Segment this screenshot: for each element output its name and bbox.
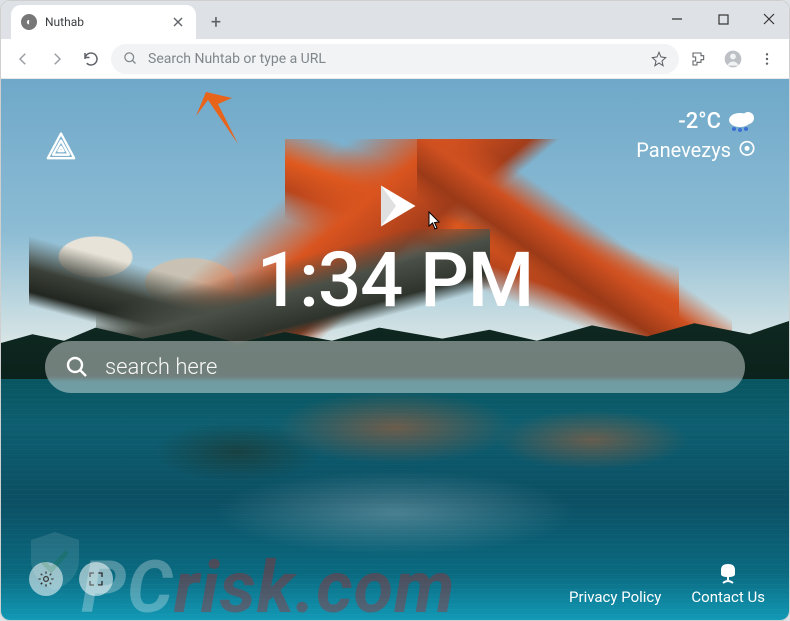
tab-title: Nuthab — [45, 15, 170, 29]
page-search-input[interactable] — [105, 355, 725, 380]
search-icon — [65, 355, 89, 379]
brand-logo[interactable] — [39, 123, 83, 167]
tab-close-button[interactable] — [170, 14, 186, 30]
search-icon — [123, 51, 138, 66]
bookmark-star-icon[interactable] — [651, 51, 667, 67]
profile-button[interactable] — [719, 45, 747, 73]
clock-display: 1:34 PM — [1, 235, 789, 325]
weather-temperature: -2°C — [678, 109, 721, 134]
page-overlay: -2°C Panevezys 1:3 — [1, 79, 789, 621]
watermark-text: PCrisk.com — [81, 545, 456, 621]
tab-favicon: ◐ — [21, 14, 37, 30]
close-window-button[interactable] — [755, 9, 783, 29]
minimize-button[interactable] — [663, 9, 691, 29]
back-button[interactable] — [9, 45, 37, 73]
footer-links: Privacy Policy Contact Us — [569, 562, 765, 606]
window-controls — [663, 9, 783, 29]
watermark-shield-icon — [27, 530, 83, 592]
contact-us-link[interactable]: Contact Us — [691, 562, 765, 606]
titlebar: ◐ Nuthab + — [1, 1, 789, 39]
annotation-arrow-icon — [188, 86, 258, 156]
browser-window: ◐ Nuthab + Search Nuhtab or type a URL — [0, 0, 790, 621]
address-bar[interactable]: Search Nuhtab or type a URL — [111, 44, 679, 74]
location-pin-icon — [737, 140, 757, 160]
contact-us-label: Contact Us — [691, 588, 765, 606]
page-search-bar[interactable] — [45, 341, 745, 393]
address-bar-placeholder: Search Nuhtab or type a URL — [148, 51, 641, 67]
forward-button[interactable] — [43, 45, 71, 73]
menu-button[interactable] — [753, 45, 781, 73]
mouse-cursor-icon — [428, 211, 442, 231]
extensions-button[interactable] — [685, 45, 713, 73]
browser-tab[interactable]: ◐ Nuthab — [11, 5, 196, 39]
weather-location: Panevezys — [636, 138, 731, 162]
new-tab-button[interactable]: + — [202, 8, 230, 36]
weather-widget[interactable]: -2°C Panevezys — [636, 109, 757, 162]
play-icon[interactable] — [368, 179, 422, 233]
chair-icon — [715, 562, 741, 584]
browser-toolbar: Search Nuhtab or type a URL — [1, 39, 789, 79]
maximize-button[interactable] — [709, 9, 737, 29]
page-content: -2°C Panevezys 1:3 — [1, 79, 789, 621]
reload-button[interactable] — [77, 45, 105, 73]
cloud-rain-icon — [727, 110, 757, 134]
privacy-policy-link[interactable]: Privacy Policy — [569, 588, 661, 606]
